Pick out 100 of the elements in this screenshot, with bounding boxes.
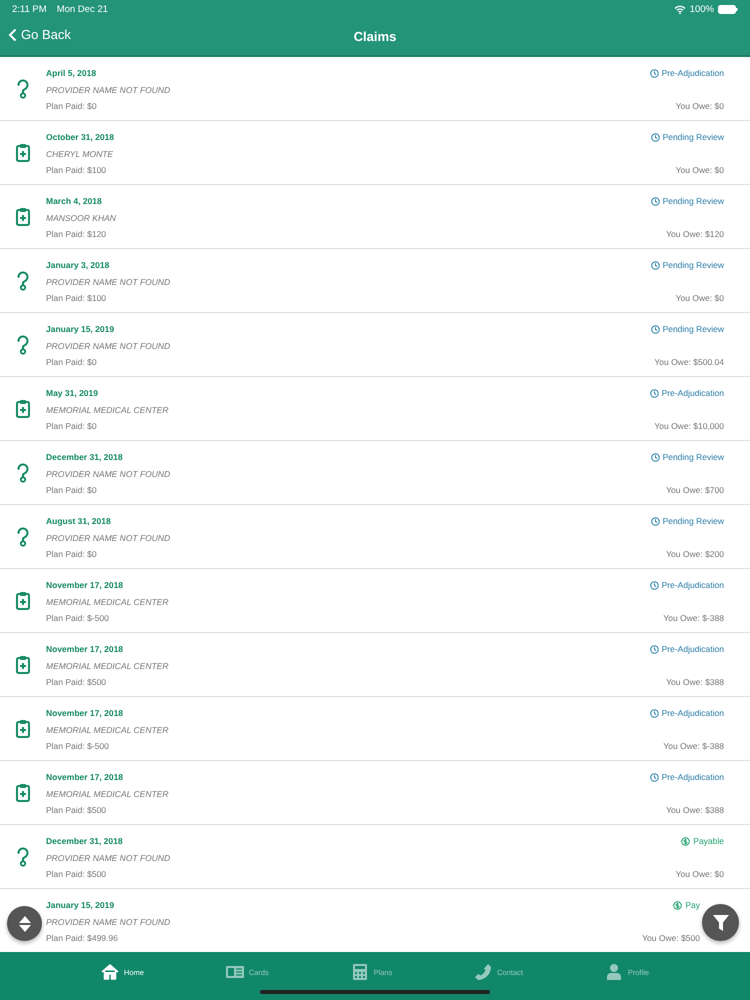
- calculator-icon: [350, 963, 369, 981]
- claim-date: April 5, 2018: [46, 68, 98, 78]
- plan-paid: Plan Paid: $0: [46, 549, 98, 559]
- plan-paid: Plan Paid: $-500: [46, 613, 110, 623]
- claim-row[interactable]: January 3, 2018 PROVIDER NAME NOT FOUND Plan Paid: $100 Pending Review You Owe: $0: [0, 249, 750, 313]
- medical-clipboard-icon: [16, 591, 30, 610]
- claim-status: Pre-Adjudication: [662, 772, 724, 782]
- provider-name: MEMORIAL MEDICAL CENTER: [46, 724, 170, 734]
- medical-clipboard-icon: [16, 207, 30, 226]
- claim-row[interactable]: December 31, 2018 PROVIDER NAME NOT FOUND Plan Paid: $0 Pending Review You Owe: $700: [0, 441, 750, 505]
- claim-date: January 15, 2019: [46, 324, 116, 334]
- phone-icon: [474, 963, 492, 981]
- plan-paid: Plan Paid: $100: [46, 165, 108, 175]
- provider-name: CHERYL MONTE: [46, 148, 114, 158]
- question-mark-icon: [16, 846, 30, 866]
- claim-row[interactable]: November 17, 2018 MEMORIAL MEDICAL CENTER Plan Paid: $500 Pre-Adjudication You Owe: $388: [0, 761, 750, 825]
- claim-row[interactable]: December 31, 2018 PROVIDER NAME NOT FOUND Plan Paid: $500 Payable You Owe: $0: [0, 825, 750, 889]
- claim-row[interactable]: March 4, 2018 MANSOOR KHAN Plan Paid: $120 Pending Review You Owe: $120: [0, 185, 750, 249]
- clock-icon: [650, 68, 659, 78]
- claim-status: Pre-Adjudication: [662, 708, 724, 718]
- id-card-icon: [226, 963, 244, 981]
- clock-icon: [650, 132, 660, 142]
- claim-date: January 3, 2018: [46, 260, 110, 270]
- plan-paid: Plan Paid: $500: [46, 805, 108, 815]
- claim-date: November 17, 2018: [46, 772, 124, 782]
- you-owe: You Owe: $0: [676, 165, 724, 175]
- question-mark-icon: [16, 78, 30, 98]
- provider-name: MEMORIAL MEDICAL CENTER: [46, 660, 170, 670]
- clock-icon: [650, 196, 660, 206]
- plan-paid: Plan Paid: $500: [46, 677, 108, 687]
- you-owe: You Owe: $0: [676, 869, 724, 879]
- claim-row[interactable]: May 31, 2019 MEMORIAL MEDICAL CENTER Plan Paid: $0 Pre-Adjudication You Owe: $10,000: [0, 377, 750, 441]
- you-owe: You Owe: $200: [666, 549, 724, 559]
- plan-paid: Plan Paid: $0: [46, 485, 98, 495]
- provider-name: PROVIDER NAME NOT FOUND: [46, 916, 172, 926]
- medical-clipboard-icon: [16, 143, 30, 162]
- clock-icon: [650, 580, 659, 590]
- wifi-icon: [674, 4, 686, 14]
- clock-icon: [650, 260, 660, 270]
- sort-arrows-icon: [16, 914, 32, 932]
- filter-icon: [712, 914, 730, 932]
- provider-name: PROVIDER NAME NOT FOUND: [46, 340, 172, 350]
- medical-clipboard-icon: [16, 655, 30, 674]
- claim-date: November 17, 2018: [46, 708, 124, 718]
- claim-row[interactable]: November 17, 2018 MEMORIAL MEDICAL CENTER Plan Paid: $500 Pre-Adjudication You Owe: $388: [0, 633, 750, 697]
- clock-icon: [650, 708, 659, 718]
- medical-clipboard-icon: [16, 399, 30, 418]
- battery-percent: 100%: [690, 4, 714, 14]
- person-icon: [604, 963, 623, 981]
- clock-icon: [650, 324, 660, 334]
- question-mark-icon: [16, 462, 30, 482]
- claim-row[interactable]: August 31, 2018 PROVIDER NAME NOT FOUND Plan Paid: $0 Pending Review You Owe: $200: [0, 505, 750, 569]
- clock-icon: [650, 772, 659, 782]
- provider-name: MANSOOR KHAN: [46, 212, 117, 222]
- claim-status: Pending Review: [662, 196, 724, 206]
- clock-icon: [650, 516, 660, 526]
- you-owe: You Owe: $500: [642, 933, 700, 943]
- claim-date: August 31, 2018: [46, 516, 112, 526]
- claim-row[interactable]: January 15, 2019 PROVIDER NAME NOT FOUND Plan Paid: $0 Pending Review You Owe: $500.04: [0, 313, 750, 377]
- dollar-circle-icon: [681, 836, 690, 846]
- plan-paid: Plan Paid: $0: [46, 357, 98, 367]
- claim-status: Pay: [685, 900, 700, 910]
- back-button[interactable]: Go Back: [8, 27, 71, 42]
- you-owe: You Owe: $10,000: [654, 421, 724, 431]
- claim-status: Pending Review: [662, 516, 724, 526]
- claim-row[interactable]: November 17, 2018 MEMORIAL MEDICAL CENTER Plan Paid: $-500 Pre-Adjudication You Owe: $-388: [0, 569, 750, 633]
- you-owe: You Owe: $700: [666, 485, 724, 495]
- provider-name: PROVIDER NAME NOT FOUND: [46, 84, 172, 94]
- claim-row[interactable]: April 5, 2018 PROVIDER NAME NOT FOUND Plan Paid: $0 Pre-Adjudication You Owe: $0: [0, 57, 750, 121]
- status-time: 2:11 PM: [12, 4, 47, 14]
- provider-name: PROVIDER NAME NOT FOUND: [46, 468, 172, 478]
- plan-paid: Plan Paid: $500: [46, 869, 108, 879]
- claim-row[interactable]: November 17, 2018 MEMORIAL MEDICAL CENTER Plan Paid: $-500 Pre-Adjudication You Owe: $-388: [0, 697, 750, 761]
- plan-paid: Plan Paid: $499.96: [46, 933, 119, 943]
- plan-paid: Plan Paid: $-500: [46, 741, 110, 751]
- you-owe: You Owe: $120: [666, 229, 724, 239]
- you-owe: You Owe: $388: [666, 677, 724, 687]
- claim-status: Pre-Adjudication: [662, 644, 724, 654]
- claim-status: Payable: [693, 836, 724, 846]
- claim-row[interactable]: October 31, 2018 CHERYL MONTE Plan Paid: $100 Pending Review You Owe: $0: [0, 121, 750, 185]
- claim-status: Pending Review: [662, 452, 724, 462]
- plan-paid: Plan Paid: $0: [46, 101, 98, 111]
- you-owe: You Owe: $-388: [663, 613, 724, 623]
- claim-date: November 17, 2018: [46, 644, 124, 654]
- provider-name: PROVIDER NAME NOT FOUND: [46, 532, 172, 542]
- claim-status: Pending Review: [662, 260, 724, 270]
- claim-date: March 4, 2018: [46, 196, 103, 206]
- dollar-circle-icon: [673, 900, 682, 910]
- plan-paid: Plan Paid: $100: [46, 293, 108, 303]
- claim-date: October 31, 2018: [46, 132, 116, 142]
- plan-paid: Plan Paid: $0: [46, 421, 98, 431]
- claim-date: May 31, 2019: [46, 388, 99, 398]
- you-owe: You Owe: $500.04: [654, 357, 724, 367]
- claim-status: Pre-Adjudication: [662, 388, 724, 398]
- claim-status: Pending Review: [662, 132, 724, 142]
- claim-status: Pending Review: [662, 324, 724, 334]
- plan-paid: Plan Paid: $120: [46, 229, 108, 239]
- medical-clipboard-icon: [16, 783, 30, 802]
- chevron-left-icon: [8, 28, 17, 42]
- question-mark-icon: [16, 334, 30, 354]
